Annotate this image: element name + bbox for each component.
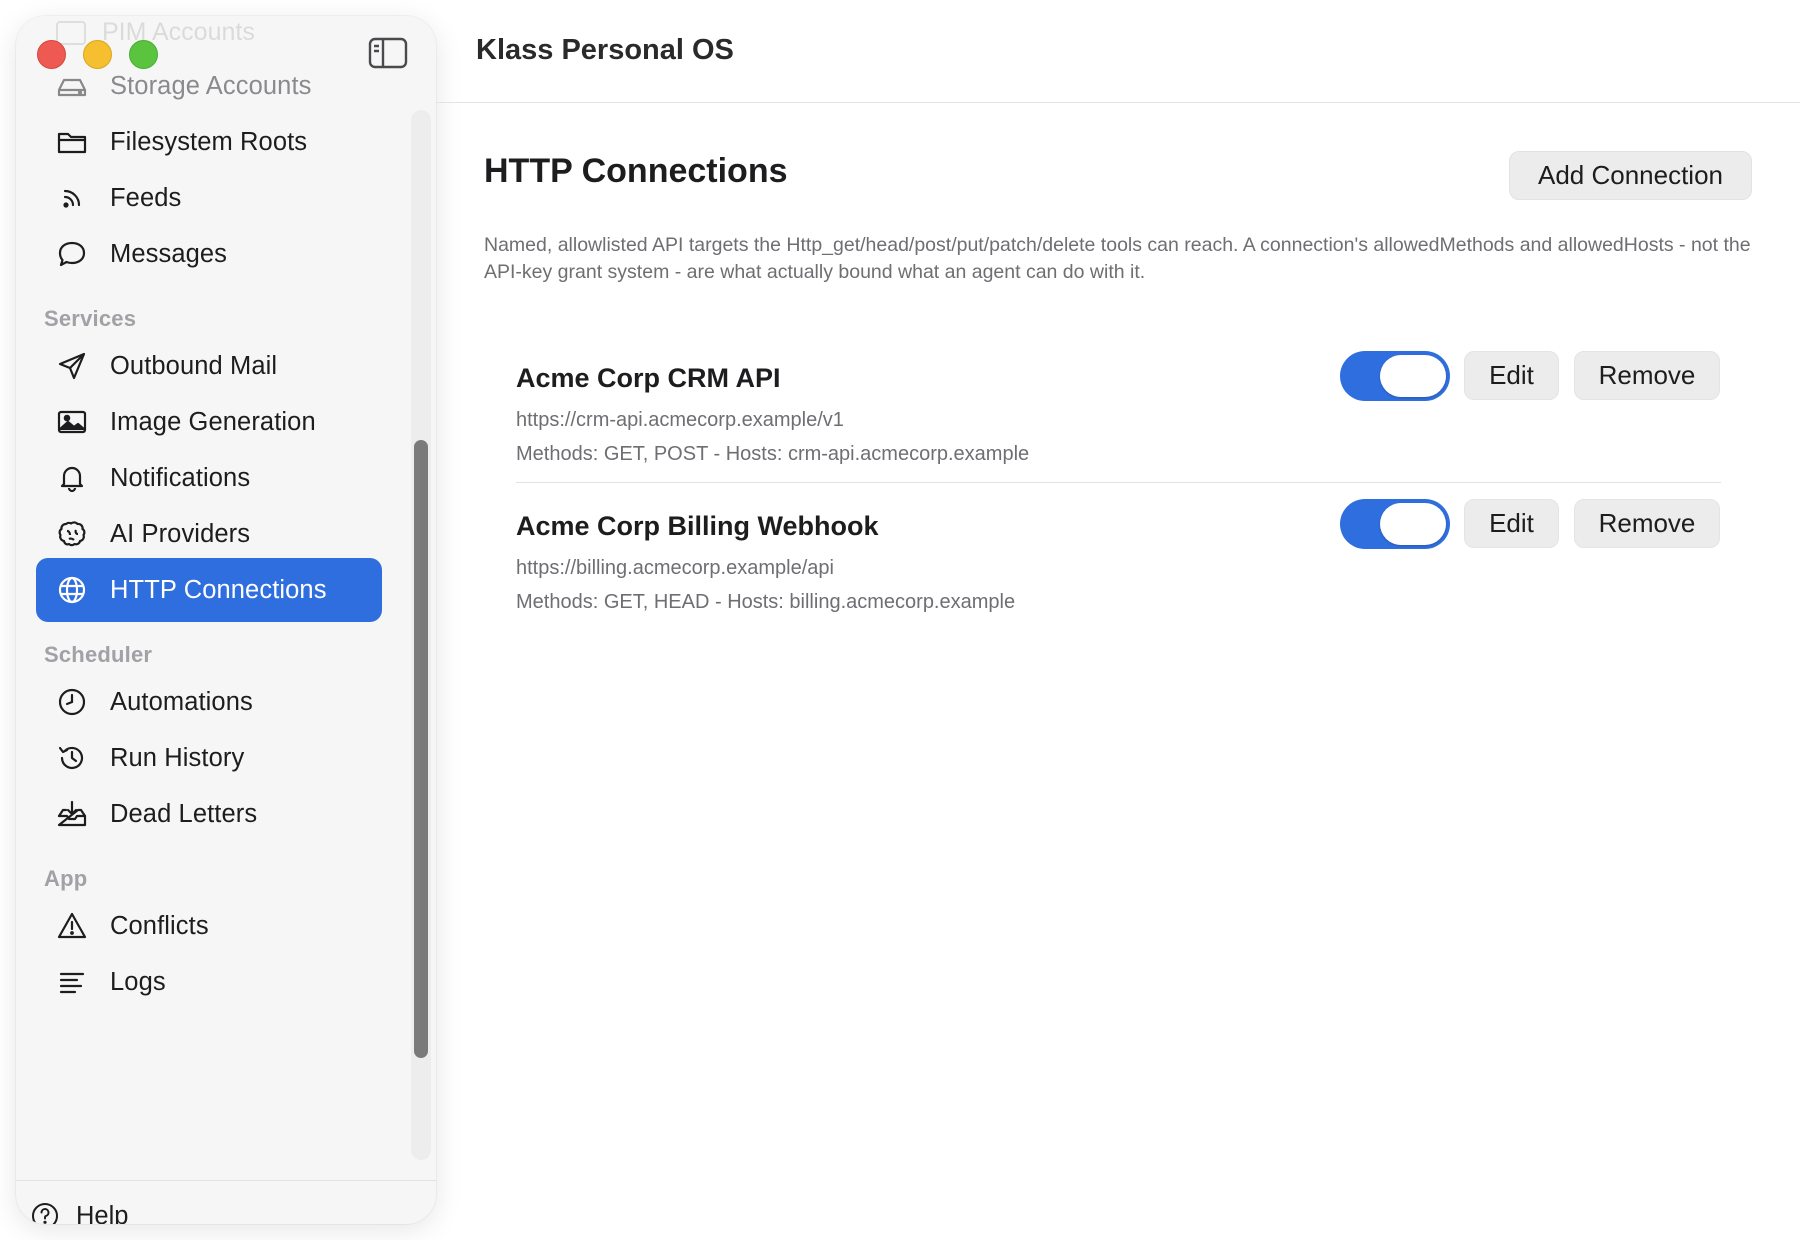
sidebar-item-filesystem-roots[interactable]: Filesystem Roots	[36, 110, 382, 174]
sidebar-item-notifications[interactable]: Notifications	[36, 446, 382, 510]
sidebar-item-http-connections[interactable]: HTTP Connections	[36, 558, 382, 622]
toggle-knob	[1380, 503, 1446, 545]
warning-triangle-icon	[56, 910, 88, 942]
connection-divider	[516, 482, 1721, 483]
section-header-services: Services	[44, 306, 137, 331]
inbox-tray-icon	[56, 798, 88, 830]
connection-enabled-toggle[interactable]	[1340, 351, 1450, 401]
paper-plane-icon	[56, 350, 88, 382]
remove-connection-button[interactable]: Remove	[1574, 499, 1720, 548]
sidebar-item-run-history[interactable]: Run History	[36, 726, 382, 790]
clock-icon	[56, 686, 88, 718]
page-title: HTTP Connections	[484, 152, 788, 190]
sidebar-item-messages[interactable]: Messages	[36, 222, 382, 286]
sidebar-item-feeds[interactable]: Feeds	[36, 166, 382, 230]
question-circle-icon	[30, 1201, 60, 1224]
bell-icon	[56, 462, 88, 494]
connection-meta: Methods: GET, HEAD - Hosts: billing.acme…	[516, 591, 1016, 613]
sidebar-item-ai-providers[interactable]: AI Providers	[36, 502, 382, 566]
chat-bubble-icon	[56, 238, 88, 270]
sidebar-divider	[16, 1180, 436, 1181]
history-icon	[56, 742, 88, 774]
edit-connection-button[interactable]: Edit	[1464, 499, 1559, 548]
window-titlebar: Klass Personal OS	[436, 0, 1800, 103]
toggle-knob	[1380, 355, 1446, 397]
connection-name: Acme Corp CRM API	[516, 363, 781, 393]
connection-url: https://billing.acmecorp.example/api	[516, 557, 834, 579]
help-button[interactable]: Help	[30, 1186, 128, 1224]
close-window-button[interactable]	[37, 40, 66, 69]
edit-connection-button[interactable]: Edit	[1464, 351, 1559, 400]
window-controls	[37, 40, 158, 69]
sidebar-item-image-generation[interactable]: Image Generation	[36, 390, 382, 454]
connection-url: https://crm-api.acmecorp.example/v1	[516, 409, 844, 431]
image-icon	[56, 406, 88, 438]
sidebar: PIM Accounts Storage Accounts Filesystem…	[16, 16, 436, 1224]
sidebar-nav: Storage Accounts Filesystem Roots Feeds	[16, 72, 436, 1156]
lines-icon	[56, 966, 88, 998]
maximize-window-button[interactable]	[129, 40, 158, 69]
add-connection-button[interactable]: Add Connection	[1509, 151, 1752, 200]
sidebar-item-outbound-mail[interactable]: Outbound Mail	[36, 334, 382, 398]
sidebar-item-automations[interactable]: Automations	[36, 670, 382, 734]
rss-icon	[56, 182, 88, 214]
connection-methods: Methods: GET, HEAD	[516, 591, 710, 613]
connection-hosts: Hosts: crm-api.acmecorp.example	[725, 443, 1030, 465]
minimize-window-button[interactable]	[83, 40, 112, 69]
page-description: Named, allowlisted API targets the Http_…	[484, 234, 1751, 283]
sidebar-item-conflicts[interactable]: Conflicts	[36, 894, 382, 958]
connection-enabled-toggle[interactable]	[1340, 499, 1450, 549]
section-header-scheduler: Scheduler	[44, 642, 153, 667]
connection-methods: Methods: GET, POST	[516, 443, 708, 465]
sidebar-toggle-icon[interactable]	[368, 36, 408, 70]
folder-icon	[56, 126, 88, 158]
sidebar-item-logs[interactable]: Logs	[36, 950, 382, 1014]
connection-name: Acme Corp Billing Webhook	[516, 511, 879, 541]
connection-hosts: Hosts: billing.acmecorp.example	[727, 591, 1016, 613]
section-header-app: App	[44, 866, 88, 891]
sidebar-item-dead-letters[interactable]: Dead Letters	[36, 782, 382, 846]
storage-icon	[56, 70, 88, 102]
sidebar-scrollbar-thumb[interactable]	[414, 440, 428, 1058]
remove-connection-button[interactable]: Remove	[1574, 351, 1720, 400]
connection-meta: Methods: GET, POST - Hosts: crm-api.acme…	[516, 443, 1030, 465]
globe-icon	[56, 574, 88, 606]
app-title: Klass Personal OS	[476, 34, 734, 66]
brain-icon	[56, 518, 88, 550]
